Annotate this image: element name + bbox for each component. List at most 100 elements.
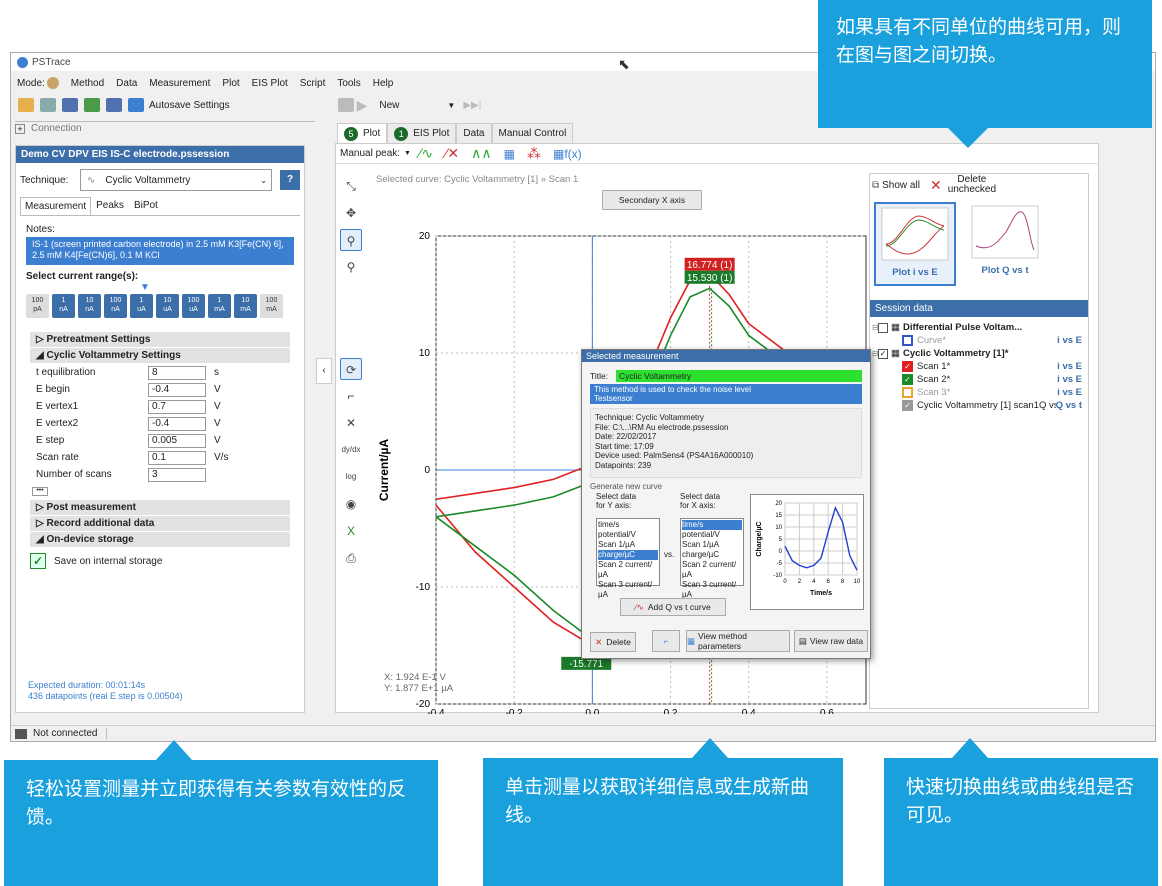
export-excel-icon[interactable]: X xyxy=(340,520,362,542)
zoom-fit-icon[interactable]: ⤡ xyxy=(340,175,362,197)
section-pretreatment[interactable]: ▷ Pretreatment Settings xyxy=(30,332,290,347)
param-input[interactable]: 3 xyxy=(148,467,206,482)
technique-select[interactable]: ∿ Cyclic Voltammetry ⌄ xyxy=(80,169,272,191)
list-option[interactable]: Scan 1/µA xyxy=(598,540,658,550)
param-input[interactable]: 0.7 xyxy=(148,399,206,414)
menu-item-5[interactable]: Script xyxy=(300,78,326,89)
param-input[interactable]: -0.4 xyxy=(148,382,206,397)
mode-icon[interactable] xyxy=(46,77,59,89)
add-q-vs-t-button[interactable]: ⁄∿ Add Q vs t curve xyxy=(620,598,726,616)
tab-peaks[interactable]: Peaks xyxy=(91,197,129,215)
notes-field[interactable]: IS-1 (screen printed carbon electrode) i… xyxy=(26,237,294,265)
range-button[interactable]: 100 uA xyxy=(182,294,205,318)
range-button[interactable]: 10 uA xyxy=(156,294,179,318)
tree-item[interactable]: ✓ Scan 2* i vs E xyxy=(872,373,1086,386)
menu-item-2[interactable]: Measurement xyxy=(149,78,210,89)
load-method-icon[interactable] xyxy=(62,98,78,112)
menu-item-1[interactable]: Data xyxy=(116,78,137,89)
param-input[interactable]: 0.1 xyxy=(148,450,206,465)
range-button[interactable]: 1 uA xyxy=(130,294,153,318)
skip-icon[interactable]: ▶▶| xyxy=(463,100,481,111)
tab-0[interactable]: 5 Plot xyxy=(337,123,388,143)
load-data-icon[interactable] xyxy=(84,98,100,112)
delete-button[interactable]: ✕ Delete xyxy=(590,632,636,652)
log-icon[interactable]: log xyxy=(340,466,362,488)
tab-2[interactable]: Data xyxy=(456,123,492,143)
list-option[interactable]: charge/µC xyxy=(682,550,742,560)
list-option[interactable]: charge/µC xyxy=(598,550,658,560)
description-field[interactable]: This method is used to check the noise l… xyxy=(590,384,862,404)
menu-item-4[interactable]: EIS Plot xyxy=(252,78,288,89)
save-data-icon[interactable] xyxy=(106,98,122,112)
y-data-list[interactable]: time/s potential/V Scan 1/µA charge/µC Scan … xyxy=(596,518,660,599)
section-record[interactable]: ▷ Record additional data xyxy=(30,516,290,531)
list-option[interactable]: potential/V xyxy=(598,530,658,540)
menu-item-0[interactable]: Method xyxy=(71,78,104,89)
list-option[interactable]: Scan 3 current/µA xyxy=(682,580,742,600)
section-cv-settings[interactable]: ◢ Cyclic Voltammetry Settings xyxy=(30,348,290,363)
save-icon[interactable] xyxy=(40,98,56,112)
title-field[interactable]: Cyclic Voltammetry xyxy=(616,370,862,382)
settings-plot-icon[interactable]: ✕ xyxy=(340,412,362,434)
autosave-button[interactable]: Autosave Settings xyxy=(149,100,230,111)
collapse-panel-button[interactable]: ‹ xyxy=(316,358,332,384)
section-post[interactable]: ▷ Post measurement xyxy=(30,500,290,515)
menu-item-3[interactable]: Plot xyxy=(222,78,239,89)
new-dropdown[interactable]: New xyxy=(379,100,439,111)
param-input[interactable]: -0.4 xyxy=(148,416,206,431)
tree-item[interactable]: ✓ Cyclic Voltammetry [1] scan1Q vs tQ vs … xyxy=(872,399,1086,412)
curve-color-checkbox[interactable] xyxy=(902,387,913,398)
tree-item[interactable]: Curve* i vs E xyxy=(872,334,1086,347)
menu-item-7[interactable]: Help xyxy=(373,78,394,89)
dropdown-arrow-icon[interactable]: ▼ xyxy=(447,101,455,110)
range-button[interactable]: 10 nA xyxy=(78,294,101,318)
x-data-list[interactable]: time/s potential/V Scan 1/µA charge/µC Scan … xyxy=(680,518,744,599)
curve-color-checkbox[interactable] xyxy=(902,335,913,346)
view-raw-data-button[interactable]: ▤ View raw data xyxy=(794,630,868,652)
range-button[interactable]: 1 mA xyxy=(208,294,231,318)
move-xy-icon[interactable]: ✥ xyxy=(340,202,362,224)
plot-icon-button[interactable]: ⌐ xyxy=(652,630,680,652)
view-method-params-button[interactable]: ▦ View method parameters xyxy=(686,630,790,652)
line-plot-icon[interactable]: ⌐ xyxy=(340,385,362,407)
help-button[interactable]: ? xyxy=(280,170,300,190)
open-icon[interactable] xyxy=(18,98,34,112)
list-option[interactable]: time/s xyxy=(682,520,742,530)
curve-color-checkbox[interactable]: ✓ xyxy=(902,361,913,372)
param-input[interactable]: 8 xyxy=(148,365,206,380)
group-checkbox[interactable] xyxy=(878,322,888,333)
range-button[interactable]: 100 nA xyxy=(104,294,127,318)
connection-bar[interactable]: + Connection xyxy=(15,121,315,135)
camera-icon[interactable]: ◉ xyxy=(340,493,362,515)
list-option[interactable]: Scan 1/µA xyxy=(682,540,742,550)
tree-item[interactable]: ⊟ ▦ Differential Pulse Voltam... xyxy=(872,321,1086,334)
more-button[interactable]: ••• xyxy=(32,487,48,496)
derivative-icon[interactable]: dy/dx xyxy=(340,439,362,461)
tab-3[interactable]: Manual Control xyxy=(491,123,574,143)
tab-bipot[interactable]: BiPot xyxy=(129,197,163,215)
section-ondevice[interactable]: ◢ On-device storage xyxy=(30,532,290,547)
group-checkbox[interactable]: ✓ xyxy=(878,348,888,359)
expand-icon[interactable]: + xyxy=(15,123,25,134)
curve-color-checkbox[interactable]: ✓ xyxy=(902,400,913,411)
curve-color-checkbox[interactable]: ✓ xyxy=(902,374,913,385)
tree-item[interactable]: ✓ Scan 1* i vs E xyxy=(872,360,1086,373)
play-icon[interactable]: ▶ xyxy=(357,97,368,114)
thumb-plot-q-vs-t[interactable]: Plot Q vs t xyxy=(964,202,1046,286)
menu-item-6[interactable]: Tools xyxy=(337,78,360,89)
range-button[interactable]: 100 pA xyxy=(26,294,49,318)
list-option[interactable]: potential/V xyxy=(682,530,742,540)
list-option[interactable]: time/s xyxy=(598,520,658,530)
tree-item[interactable]: ⊟ ✓ ▦ Cyclic Voltammetry [1]* xyxy=(872,347,1086,360)
save-internal-checkbox[interactable]: ✓ xyxy=(30,553,46,569)
tab-measurement[interactable]: Measurement xyxy=(20,197,92,215)
range-button[interactable]: 10 mA xyxy=(234,294,257,318)
tab-1[interactable]: 1 EIS Plot xyxy=(387,123,457,143)
stop-icon[interactable] xyxy=(337,98,354,112)
range-button[interactable]: 100 mA xyxy=(260,294,283,318)
thumb-plot-i-vs-e[interactable]: Plot i vs E xyxy=(874,202,956,286)
autoscale-icon[interactable]: ⟳ xyxy=(340,358,362,380)
list-option[interactable]: Scan 2 current/µA xyxy=(682,560,742,580)
autosave-icon[interactable] xyxy=(128,98,144,112)
show-all-button[interactable]: Show all xyxy=(882,180,920,191)
